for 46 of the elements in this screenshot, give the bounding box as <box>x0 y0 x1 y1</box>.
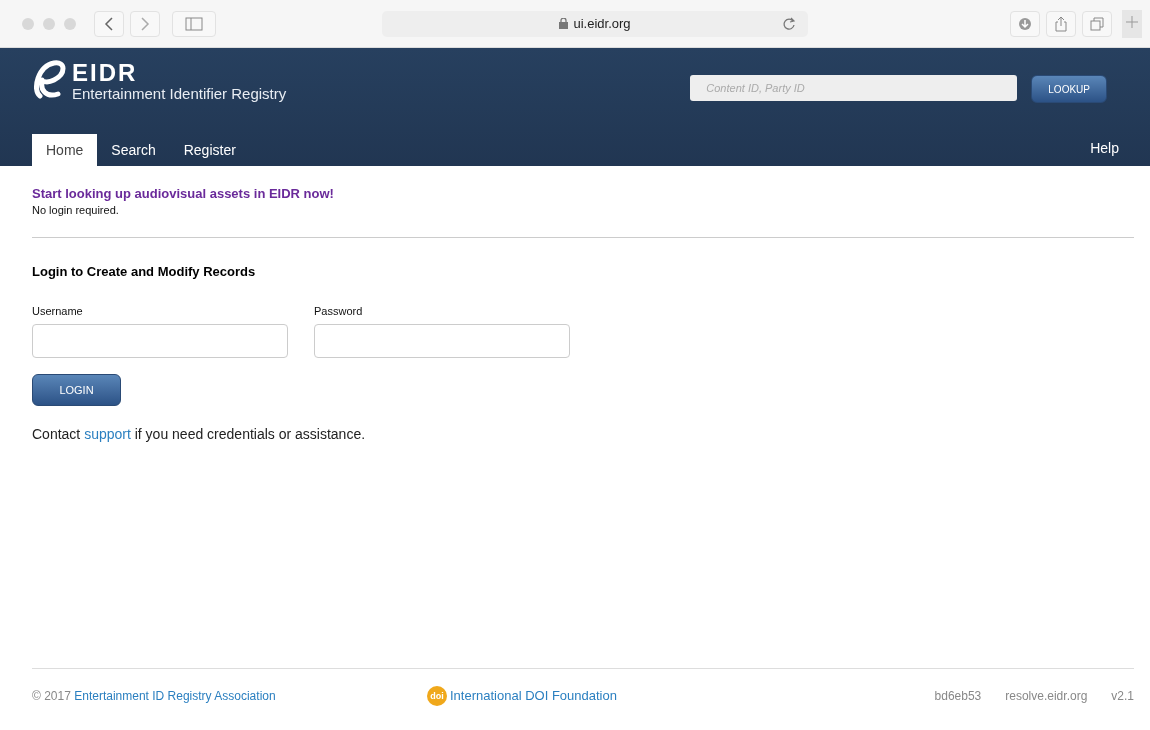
logo-wordmark: EIDR <box>72 60 139 85</box>
window-control-icon[interactable] <box>43 17 55 30</box>
forward-button[interactable] <box>130 10 160 37</box>
lookup-button[interactable]: LOOKUP <box>1031 75 1107 103</box>
lookup-field[interactable]: Content ID, Party ID <box>690 75 1018 101</box>
tabs-button[interactable] <box>1082 10 1112 37</box>
reload-icon[interactable] <box>782 16 796 31</box>
url-text: ui.eidr.org <box>573 16 631 31</box>
username-field[interactable] <box>32 324 288 358</box>
window-control-icon[interactable] <box>22 17 34 30</box>
build-id: bd6eb53 <box>934 688 982 703</box>
field-label: Username <box>32 305 84 317</box>
version-text: v2.1 <box>1111 688 1134 703</box>
lock-icon <box>559 18 569 29</box>
password-field[interactable] <box>314 324 570 358</box>
download-icon <box>1018 16 1032 31</box>
doi-logo: doi <box>427 685 447 706</box>
nav-tab[interactable]: Search <box>97 134 170 166</box>
window-control-icon[interactable] <box>64 17 76 30</box>
resolver-link[interactable]: resolve.eidr.org <box>1005 688 1088 703</box>
sidebar-icon <box>185 16 203 31</box>
field-label: Password <box>314 305 364 317</box>
login-button[interactable]: LOGIN <box>32 374 121 406</box>
share-icon <box>1055 15 1067 32</box>
plus-icon <box>1126 16 1138 28</box>
doi-link[interactable]: International DOI Foundation <box>450 688 617 703</box>
tabs-icon <box>1090 16 1104 31</box>
new-tab-button[interactable] <box>1122 9 1142 38</box>
logo-tagline: Entertainment Identifier Registry <box>72 84 287 102</box>
support-link[interactable]: support <box>84 426 131 442</box>
nav-tab[interactable]: Register <box>169 134 250 166</box>
nav-tab[interactable]: Home <box>32 134 98 166</box>
sidebar-button[interactable] <box>172 10 216 37</box>
intro-note: No login required. <box>32 204 120 216</box>
address-bar[interactable]: ui.eidr.org <box>382 10 808 37</box>
back-button[interactable] <box>94 10 124 37</box>
help-link[interactable]: Help <box>1090 140 1119 166</box>
download-button[interactable] <box>1010 10 1040 37</box>
copyright-text: © 2017 <box>32 688 71 703</box>
forward-icon <box>140 16 150 31</box>
intro-headline: Start looking up audiovisual assets in EIDR now! <box>32 186 335 201</box>
association-link[interactable]: Entertainment ID Registry Association <box>74 688 276 703</box>
back-icon <box>104 16 114 31</box>
share-button[interactable] <box>1046 10 1076 37</box>
login-heading: Login to Create and Modify Records <box>32 264 257 279</box>
contact-text: Contact support if you need credentials or assistance. <box>32 426 367 442</box>
